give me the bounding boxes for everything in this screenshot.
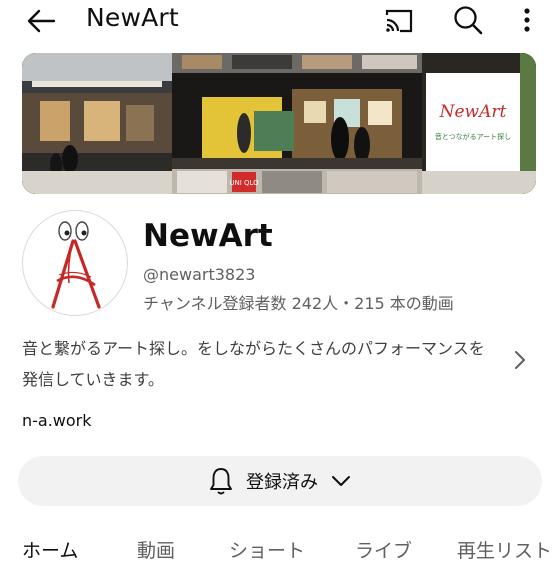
banner-tagline-text: 音とつながるアート探し bbox=[435, 132, 511, 141]
top-app-bar: NewArt bbox=[0, 0, 560, 44]
bell-icon bbox=[210, 468, 232, 495]
search-icon[interactable] bbox=[452, 4, 484, 36]
banner-logo-text: NewArt bbox=[439, 102, 507, 122]
channel-description[interactable]: 音と繋がるアート探し。をしながらたくさんのパフォーマンスを発信していきます。 bbox=[22, 333, 492, 395]
subscribed-label: 登録済み bbox=[246, 472, 318, 493]
tab-videos[interactable]: 動画 bbox=[137, 536, 175, 563]
shop-sign-text: UNI QLO bbox=[229, 179, 259, 187]
channel-banner: UNI QLO NewArt 音とつながるアート探し bbox=[22, 53, 536, 194]
cast-icon[interactable] bbox=[383, 6, 415, 36]
channel-name: NewArt bbox=[143, 218, 273, 254]
channel-avatar[interactable] bbox=[22, 210, 128, 316]
banner-collage-image: UNI QLO NewArt 音とつながるアート探し bbox=[22, 53, 536, 194]
more-vert-icon[interactable] bbox=[518, 4, 536, 36]
tab-live[interactable]: ライブ bbox=[355, 536, 412, 563]
channel-link[interactable]: n-a.work bbox=[22, 411, 92, 430]
chevron-right-icon[interactable] bbox=[510, 347, 530, 373]
tab-shorts[interactable]: ショート bbox=[229, 536, 305, 563]
subscribed-button[interactable]: 登録済み bbox=[18, 456, 542, 506]
page-title: NewArt bbox=[86, 3, 179, 32]
tab-playlists[interactable]: 再生リスト bbox=[457, 536, 552, 563]
chevron-down-icon bbox=[332, 476, 350, 486]
avatar-logo-image bbox=[51, 221, 101, 309]
back-arrow-icon[interactable] bbox=[24, 4, 58, 38]
tab-home[interactable]: ホーム bbox=[22, 536, 78, 563]
channel-tabs: ホーム 動画 ショート ライブ 再生リスト bbox=[0, 536, 560, 566]
channel-stats: チャンネル登録者数 242人・215 本の動画 bbox=[143, 294, 454, 313]
channel-handle: @newart3823 bbox=[143, 265, 256, 284]
